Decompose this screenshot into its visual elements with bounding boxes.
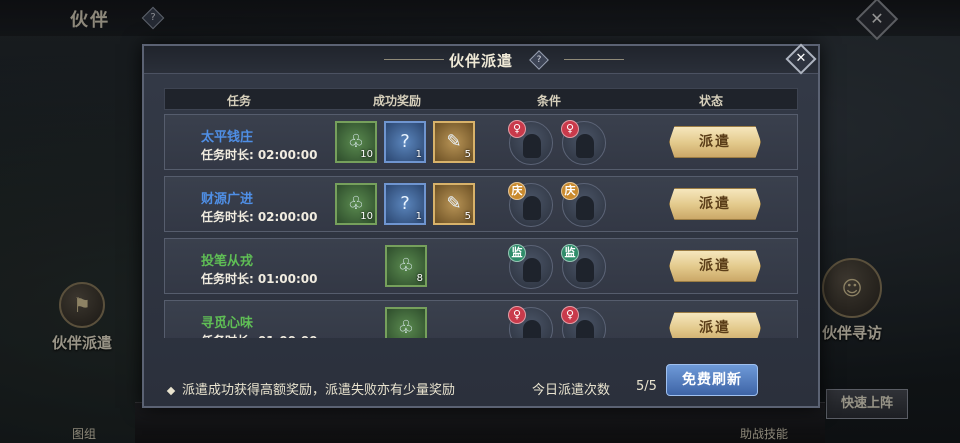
partner-silhouette-icon xyxy=(523,258,541,282)
reward-count: 5 xyxy=(464,149,471,160)
mission-duration: 任务时长: 02:00:00 xyxy=(201,210,318,224)
column-condition: 条件 xyxy=(537,94,562,108)
reward-count: 8 xyxy=(416,273,423,284)
gold-scroll-icon[interactable]: ✎ 5 xyxy=(433,183,475,225)
reward-count: 10 xyxy=(360,211,373,222)
condition-tag: ♀ xyxy=(508,306,526,324)
jade-pendant-icon[interactable]: ♧ 10 xyxy=(335,183,377,225)
dispatch-dialog: 伙伴派遣 ? ✕ 任务 成功奖励 条件 状态 太平钱庄任务时长: 02:00:00… xyxy=(142,43,820,408)
partner-slot[interactable]: ♀ xyxy=(508,120,553,165)
mission-row: 太平钱庄任务时长: 02:00:00 ♧ 10? 1 ✎ 5 ♀ ♀ 派遣 xyxy=(164,114,798,170)
column-header: 任务 成功奖励 条件 状态 xyxy=(164,88,798,110)
today-dispatch-count: 5/5 xyxy=(636,379,657,394)
mission-duration: 任务时长:01:00:00 xyxy=(201,272,318,286)
reward-count: 5 xyxy=(464,211,471,222)
condition-tag: 庆 xyxy=(561,182,579,200)
partner-silhouette-icon xyxy=(576,320,594,338)
partner-silhouette-icon xyxy=(523,196,541,220)
partner-slot[interactable]: 监 xyxy=(508,244,553,289)
dialog-header: 伙伴派遣 ? ✕ xyxy=(144,43,818,75)
column-reward: 成功奖励 xyxy=(373,94,422,108)
column-status: 状态 xyxy=(699,94,724,108)
mission-row: 财源广进任务时长: 02:00:00 ♧ 10? 1 ✎ 5 庆 庆 派遣 xyxy=(164,176,798,232)
partner-slot[interactable]: 庆 xyxy=(508,182,553,227)
partner-slot[interactable]: ♀ xyxy=(508,306,553,338)
dialog-title: 伙伴派遣 xyxy=(448,52,513,70)
mission-name: 太平钱庄 xyxy=(201,130,254,145)
jade-pendant-icon[interactable]: ♧ xyxy=(385,307,427,338)
partner-slot[interactable]: ♀ xyxy=(561,306,606,338)
mission-row: 投笔从戎任务时长: 01:00:00 ♧ 8 监 监 派遣 xyxy=(164,238,798,294)
bullet-diamond-icon xyxy=(166,386,176,395)
partner-silhouette-icon xyxy=(523,134,541,158)
footer-note: 派遣成功获得高额奖励，派遣失败亦有少量奖励 xyxy=(166,379,455,398)
partner-slot[interactable]: ♀ xyxy=(561,120,606,165)
jade-pendant-icon[interactable]: ♧ 10 xyxy=(335,121,377,163)
partner-slot[interactable]: 监 xyxy=(561,244,606,289)
reward-count: 1 xyxy=(415,149,422,160)
dispatch-button[interactable]: 派遣 xyxy=(669,126,761,158)
reward-count: 10 xyxy=(360,149,373,160)
partner-silhouette-icon xyxy=(576,258,594,282)
condition-tag: 庆 xyxy=(508,182,526,200)
mystery-scroll-icon[interactable]: ? 1 xyxy=(384,183,426,225)
condition-tag: 监 xyxy=(508,244,526,262)
mission-duration: 任务时长: 02:00:00 xyxy=(201,148,318,162)
dispatch-button[interactable]: 派遣 xyxy=(669,250,761,282)
mission-list[interactable]: 太平钱庄 任务时长: 02:00:00 ♧ 10? 1 ✎ 5 ♀ ♀ 派遣 财源广进 任务时长: 02:… xyxy=(164,114,798,338)
mission-row: 寻觅心味任务时长:01:00:00 ♧ ♀ ♀ 派遣 xyxy=(164,300,798,338)
mission-name: 投笔从戎 xyxy=(201,254,254,269)
mission-duration: 任务时长:01:00:00 xyxy=(201,332,318,338)
partner-silhouette-icon xyxy=(523,320,541,338)
column-task: 任务 xyxy=(227,94,252,108)
mission-name: 财源广进 xyxy=(201,192,254,207)
dispatch-button[interactable]: 派遣 xyxy=(669,312,761,338)
condition-tag: ♀ xyxy=(561,306,579,324)
jade-pendant-icon[interactable]: ♧ 8 xyxy=(385,245,427,287)
condition-tag: ♀ xyxy=(508,120,526,138)
partner-slot[interactable]: 庆 xyxy=(561,182,606,227)
gold-scroll-icon[interactable]: ✎ 5 xyxy=(433,121,475,163)
dispatch-button[interactable]: 派遣 xyxy=(669,188,761,220)
condition-tag: ♀ xyxy=(561,120,579,138)
free-refresh-button[interactable]: 免费刷新 xyxy=(666,364,758,396)
mystery-scroll-icon[interactable]: ? 1 xyxy=(384,121,426,163)
today-dispatch-label: 今日派遣次数 xyxy=(532,383,611,398)
partner-silhouette-icon xyxy=(576,196,594,220)
partner-silhouette-icon xyxy=(576,134,594,158)
condition-tag: 监 xyxy=(561,244,579,262)
reward-count: 1 xyxy=(415,211,422,222)
mission-name: 寻觅心味 xyxy=(201,316,254,331)
